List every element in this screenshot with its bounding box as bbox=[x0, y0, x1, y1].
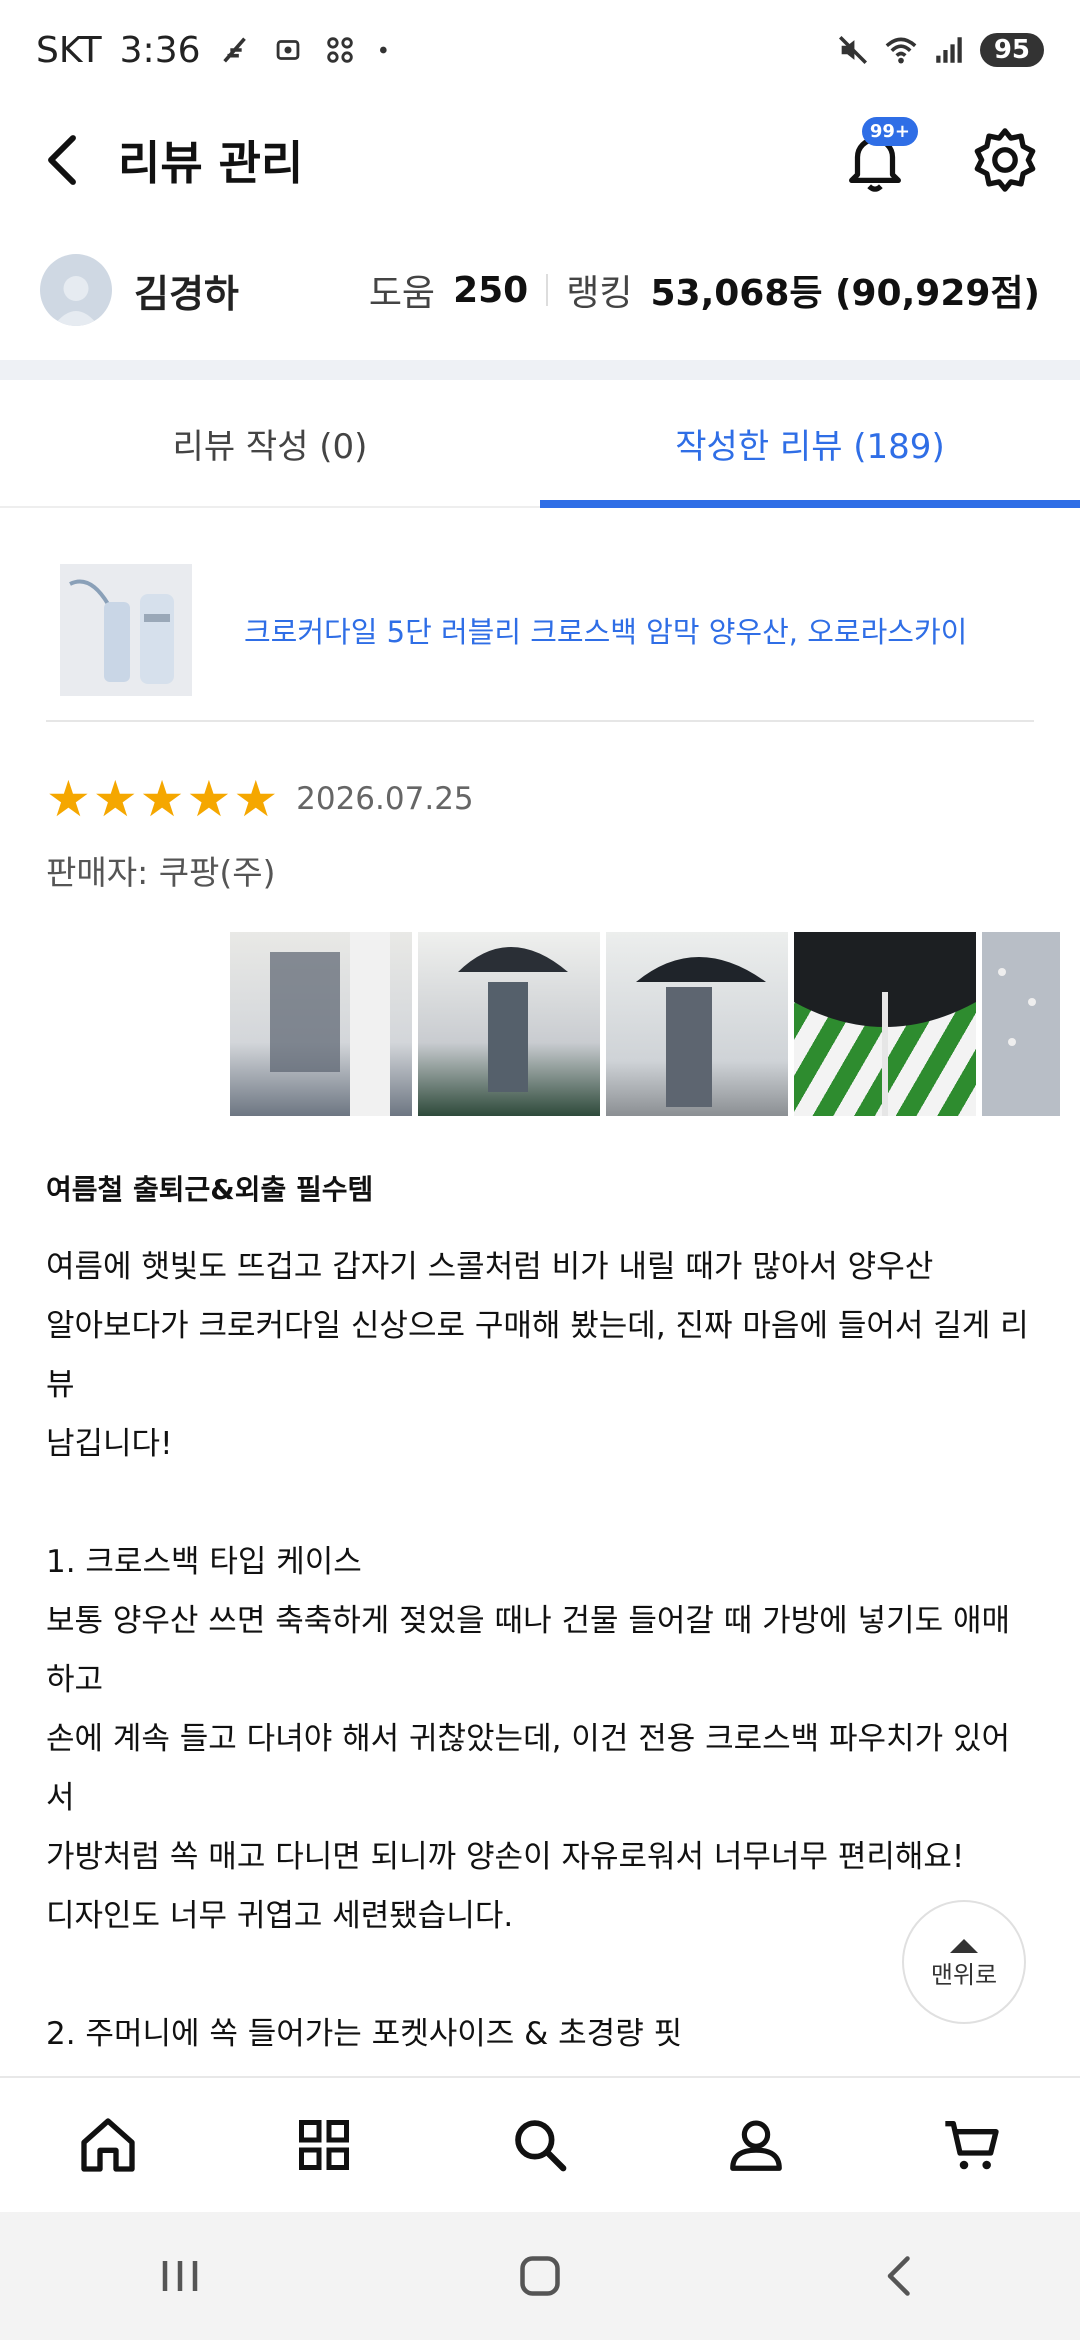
avatar bbox=[40, 254, 112, 326]
rank-value: 53,068등 (90,929점) bbox=[650, 273, 1040, 314]
review-title: 여름철 출퇴근&외출 필수템 bbox=[46, 1173, 374, 1206]
product-thumbnail[interactable] bbox=[60, 564, 192, 696]
nav-cart[interactable] bbox=[932, 2105, 1012, 2185]
section-divider bbox=[0, 360, 1080, 380]
product-row[interactable]: 크로커다일 5단 러블리 크로스백 암막 양우산, 오로라스카이 bbox=[0, 540, 1080, 720]
profile-summary: 김경하 도움 250 랭킹 53,068등 (90,929점) bbox=[0, 240, 1080, 340]
review-photo[interactable] bbox=[606, 932, 788, 1116]
product-name-link[interactable]: 크로커다일 5단 러블리 크로스백 암막 양우산, 오로라스카이 bbox=[244, 609, 967, 651]
help-value: 250 bbox=[453, 269, 529, 311]
star-icon: ★ bbox=[46, 770, 91, 828]
umbrella-thumbnail-image bbox=[60, 564, 192, 696]
review-date: 2026.07.25 bbox=[296, 781, 474, 817]
home-button-icon[interactable] bbox=[510, 2246, 570, 2306]
seller-label: 판매자: 쿠팡(주) bbox=[46, 853, 276, 892]
page-title: 리뷰 관리 bbox=[118, 136, 304, 190]
nav-search[interactable] bbox=[500, 2105, 580, 2185]
product-divider bbox=[46, 720, 1034, 722]
photo-illustration bbox=[794, 932, 976, 1116]
bottom-navigation bbox=[0, 2076, 1080, 2212]
photo-illustration bbox=[636, 957, 766, 1107]
feather-icon bbox=[222, 37, 246, 63]
wifi-icon bbox=[885, 37, 917, 64]
star-icon: ★ bbox=[139, 770, 185, 828]
review-photo[interactable] bbox=[982, 932, 1060, 1116]
search-icon bbox=[515, 2120, 567, 2172]
carrier-label: SKT bbox=[36, 29, 102, 71]
notification-badge: 99+ bbox=[861, 117, 918, 146]
status-bar: SKT 3:36 95 bbox=[0, 0, 1080, 100]
app-header: 리뷰 관리 99+ bbox=[0, 110, 1080, 210]
user-icon bbox=[730, 2120, 782, 2171]
profile-name: 김경하 bbox=[134, 271, 239, 316]
review-rating: ★ ★ ★ ★ ★ 2026.07.25 bbox=[46, 774, 474, 824]
nav-home[interactable] bbox=[68, 2105, 148, 2185]
gear-icon[interactable] bbox=[970, 125, 1040, 195]
nav-my-page[interactable] bbox=[716, 2105, 796, 2185]
signal-icon bbox=[936, 37, 962, 63]
nav-category[interactable] bbox=[284, 2105, 364, 2185]
review-photo[interactable] bbox=[418, 932, 600, 1116]
star-icon: ★ bbox=[92, 770, 138, 828]
cart-icon bbox=[945, 2121, 999, 2170]
rank-label: 랭킹 bbox=[566, 273, 633, 314]
photo-illustration bbox=[998, 968, 1036, 1046]
photo-illustration bbox=[270, 932, 390, 1116]
scroll-to-top-label: 맨위로 bbox=[930, 1960, 998, 1989]
back-button-icon[interactable] bbox=[870, 2246, 930, 2306]
review-tabs: 리뷰 작성 (0) 작성한 리뷰 (189) bbox=[0, 380, 1080, 508]
battery-indicator: 95 bbox=[979, 33, 1044, 67]
scroll-to-top-button[interactable]: 맨위로 bbox=[902, 1900, 1026, 2024]
review-photo[interactable] bbox=[794, 932, 976, 1116]
dot-icon bbox=[379, 46, 387, 54]
grid-dots-icon bbox=[326, 37, 353, 63]
photo-illustration bbox=[458, 947, 568, 1092]
help-label: 도움 bbox=[368, 273, 436, 314]
review-photo[interactable] bbox=[230, 932, 412, 1116]
recent-apps-icon[interactable] bbox=[150, 2246, 210, 2306]
stats-divider bbox=[546, 274, 549, 306]
notification-button[interactable]: 99+ bbox=[840, 117, 918, 195]
category-grid-icon bbox=[299, 2120, 349, 2170]
tab-written-reviews[interactable]: 작성한 리뷰 (189) bbox=[540, 380, 1080, 508]
system-navigation-bar bbox=[0, 2212, 1080, 2340]
mute-icon bbox=[838, 35, 867, 65]
review-photos bbox=[230, 932, 1060, 1116]
home-icon bbox=[81, 2118, 135, 2172]
star-icon: ★ bbox=[233, 770, 279, 828]
star-icon: ★ bbox=[186, 770, 232, 828]
caret-up-icon bbox=[950, 1938, 978, 1953]
time-label: 3:36 bbox=[119, 29, 201, 71]
screenshot-icon bbox=[276, 40, 299, 60]
back-arrow-icon[interactable] bbox=[40, 130, 84, 190]
tab-write-review[interactable]: 리뷰 작성 (0) bbox=[0, 380, 540, 506]
profile-stats: 도움 250 랭킹 53,068등 (90,929점) bbox=[369, 264, 1040, 316]
default-avatar-icon bbox=[53, 276, 99, 326]
